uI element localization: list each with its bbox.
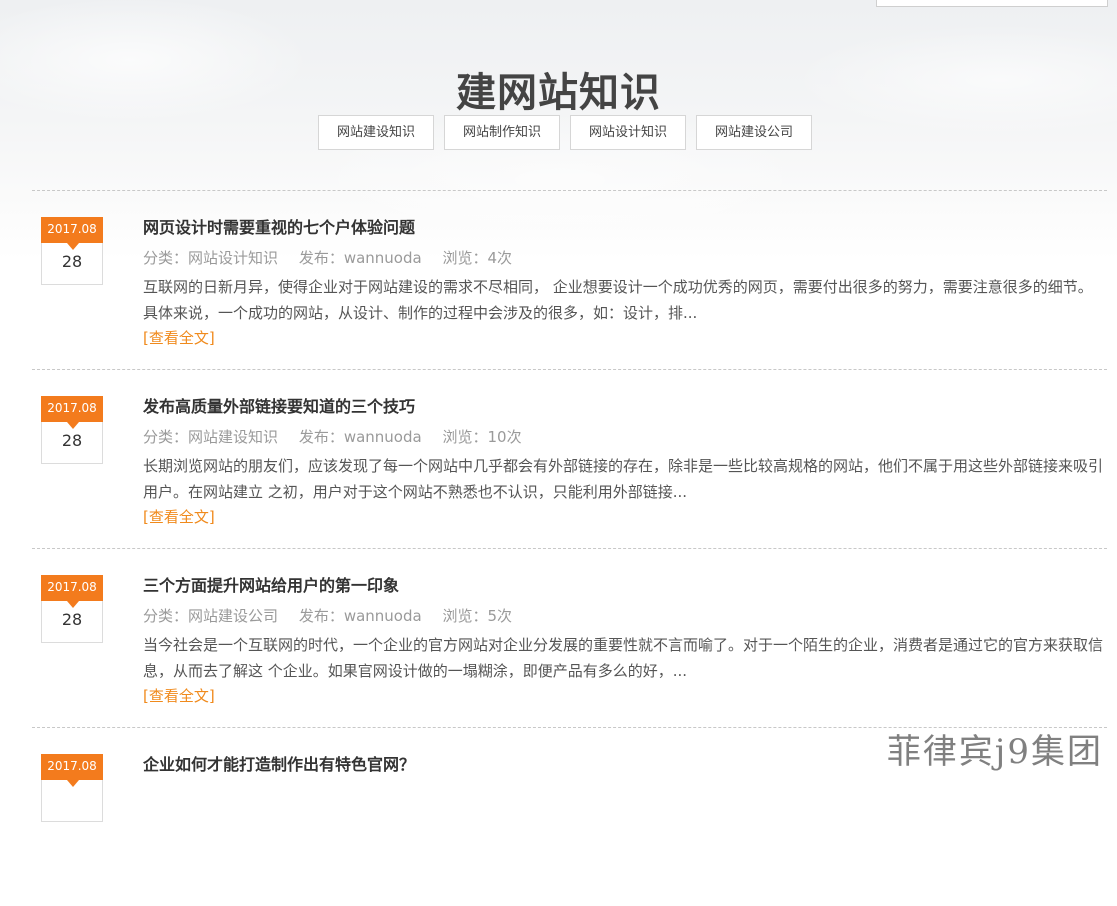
meta-views-value: 10次 [487,428,522,446]
category-tab-website-company[interactable]: 网站建设公司 [696,115,812,150]
meta-author: 发布：wannuoda [299,607,422,625]
read-more-link[interactable]: [查看全文] [143,505,215,529]
article-item: 2017.08 28 网页设计时需要重视的七个户体验问题 分类：网站设计知识 发… [32,190,1107,369]
meta-views-value: 5次 [487,607,513,625]
category-tab-website-building[interactable]: 网站建设知识 [318,115,434,150]
date-day: 28 [61,610,83,629]
article-body: 三个方面提升网站给用户的第一印象 分类：网站建设公司 发布：wannuoda 浏… [143,575,1107,708]
article-title[interactable]: 三个方面提升网站给用户的第一印象 [143,575,1107,597]
meta-views-label: 浏览： [442,607,488,625]
article-meta: 分类：网站建设公司 发布：wannuoda 浏览：5次 [143,606,1107,626]
article-meta: 分类：网站设计知识 发布：wannuoda 浏览：4次 [143,248,1107,268]
date-day: 28 [61,431,83,450]
meta-author-label: 发布： [298,607,344,625]
date-day: 28 [61,252,83,271]
meta-author-value: wannuoda [343,428,422,446]
article-body: 网页设计时需要重视的七个户体验问题 分类：网站设计知识 发布：wannuoda … [143,217,1107,350]
category-nav: 网站建设知识 网站制作知识 网站设计知识 网站建设公司 [318,115,822,150]
article-meta: 分类：网站建设知识 发布：wannuoda 浏览：10次 [143,427,1107,447]
meta-author-value: wannuoda [343,249,422,267]
date-badge: 2017.08 28 [41,575,103,643]
category-tab-website-design[interactable]: 网站设计知识 [570,115,686,150]
watermark: 菲律宾j9集团 [886,732,1103,772]
date-badge: 2017.08 28 [41,396,103,464]
meta-views: 浏览：10次 [442,428,521,446]
date-arrow-icon [67,243,79,250]
meta-views-label: 浏览： [442,428,488,446]
article-summary: 当今社会是一个互联网的时代，一个企业的官方网站对企业分发展的重要性就不言而喻了。… [143,636,1104,680]
article-list: 2017.08 28 网页设计时需要重视的七个户体验问题 分类：网站设计知识 发… [32,190,1107,906]
article-summary: 互联网的日新月异，使得企业对于网站建设的需求不尽相同， 企业想要设计一个成功优秀… [143,278,1093,322]
top-search-box[interactable] [876,0,1108,7]
date-month: 2017.08 [41,217,103,243]
meta-views-value: 4次 [487,249,513,267]
date-badge: 2017.08 [41,754,103,822]
meta-author: 发布：wannuoda [299,428,422,446]
date-month: 2017.08 [41,754,103,780]
meta-views: 浏览：4次 [442,249,512,267]
meta-category-value: 网站建设知识 [188,428,279,446]
article-title[interactable]: 发布高质量外部链接要知道的三个技巧 [143,396,1107,418]
page-title: 建网站知识 [456,69,661,116]
meta-views: 浏览：5次 [442,607,512,625]
meta-author-value: wannuoda [343,607,422,625]
meta-category-value: 网站建设公司 [188,607,279,625]
meta-category: 分类：网站建设知识 [143,428,278,446]
article-body: 发布高质量外部链接要知道的三个技巧 分类：网站建设知识 发布：wannuoda … [143,396,1107,529]
date-badge: 2017.08 28 [41,217,103,285]
article-title[interactable]: 网页设计时需要重视的七个户体验问题 [143,217,1107,239]
meta-views-label: 浏览： [442,249,488,267]
meta-category: 分类：网站设计知识 [143,249,278,267]
meta-author: 发布：wannuoda [299,249,422,267]
article-item: 2017.08 28 三个方面提升网站给用户的第一印象 分类：网站建设公司 发布… [32,548,1107,727]
date-month: 2017.08 [41,575,103,601]
meta-category: 分类：网站建设公司 [143,607,278,625]
meta-author-label: 发布： [298,249,344,267]
article-summary: 长期浏览网站的朋友们，应该发现了每一个网站中几乎都会有外部链接的存在，除非是一些… [143,457,1104,501]
meta-category-label: 分类： [143,249,189,267]
meta-author-label: 发布： [298,428,344,446]
meta-category-value: 网站设计知识 [188,249,279,267]
read-more-link[interactable]: [查看全文] [143,684,215,708]
meta-category-label: 分类： [143,607,189,625]
article-item: 2017.08 28 发布高质量外部链接要知道的三个技巧 分类：网站建设知识 发… [32,369,1107,548]
meta-category-label: 分类： [143,428,189,446]
date-arrow-icon [67,601,79,608]
category-tab-website-making[interactable]: 网站制作知识 [444,115,560,150]
date-month: 2017.08 [41,396,103,422]
date-arrow-icon [67,422,79,429]
read-more-link[interactable]: [查看全文] [143,326,215,350]
date-arrow-icon [67,780,79,787]
